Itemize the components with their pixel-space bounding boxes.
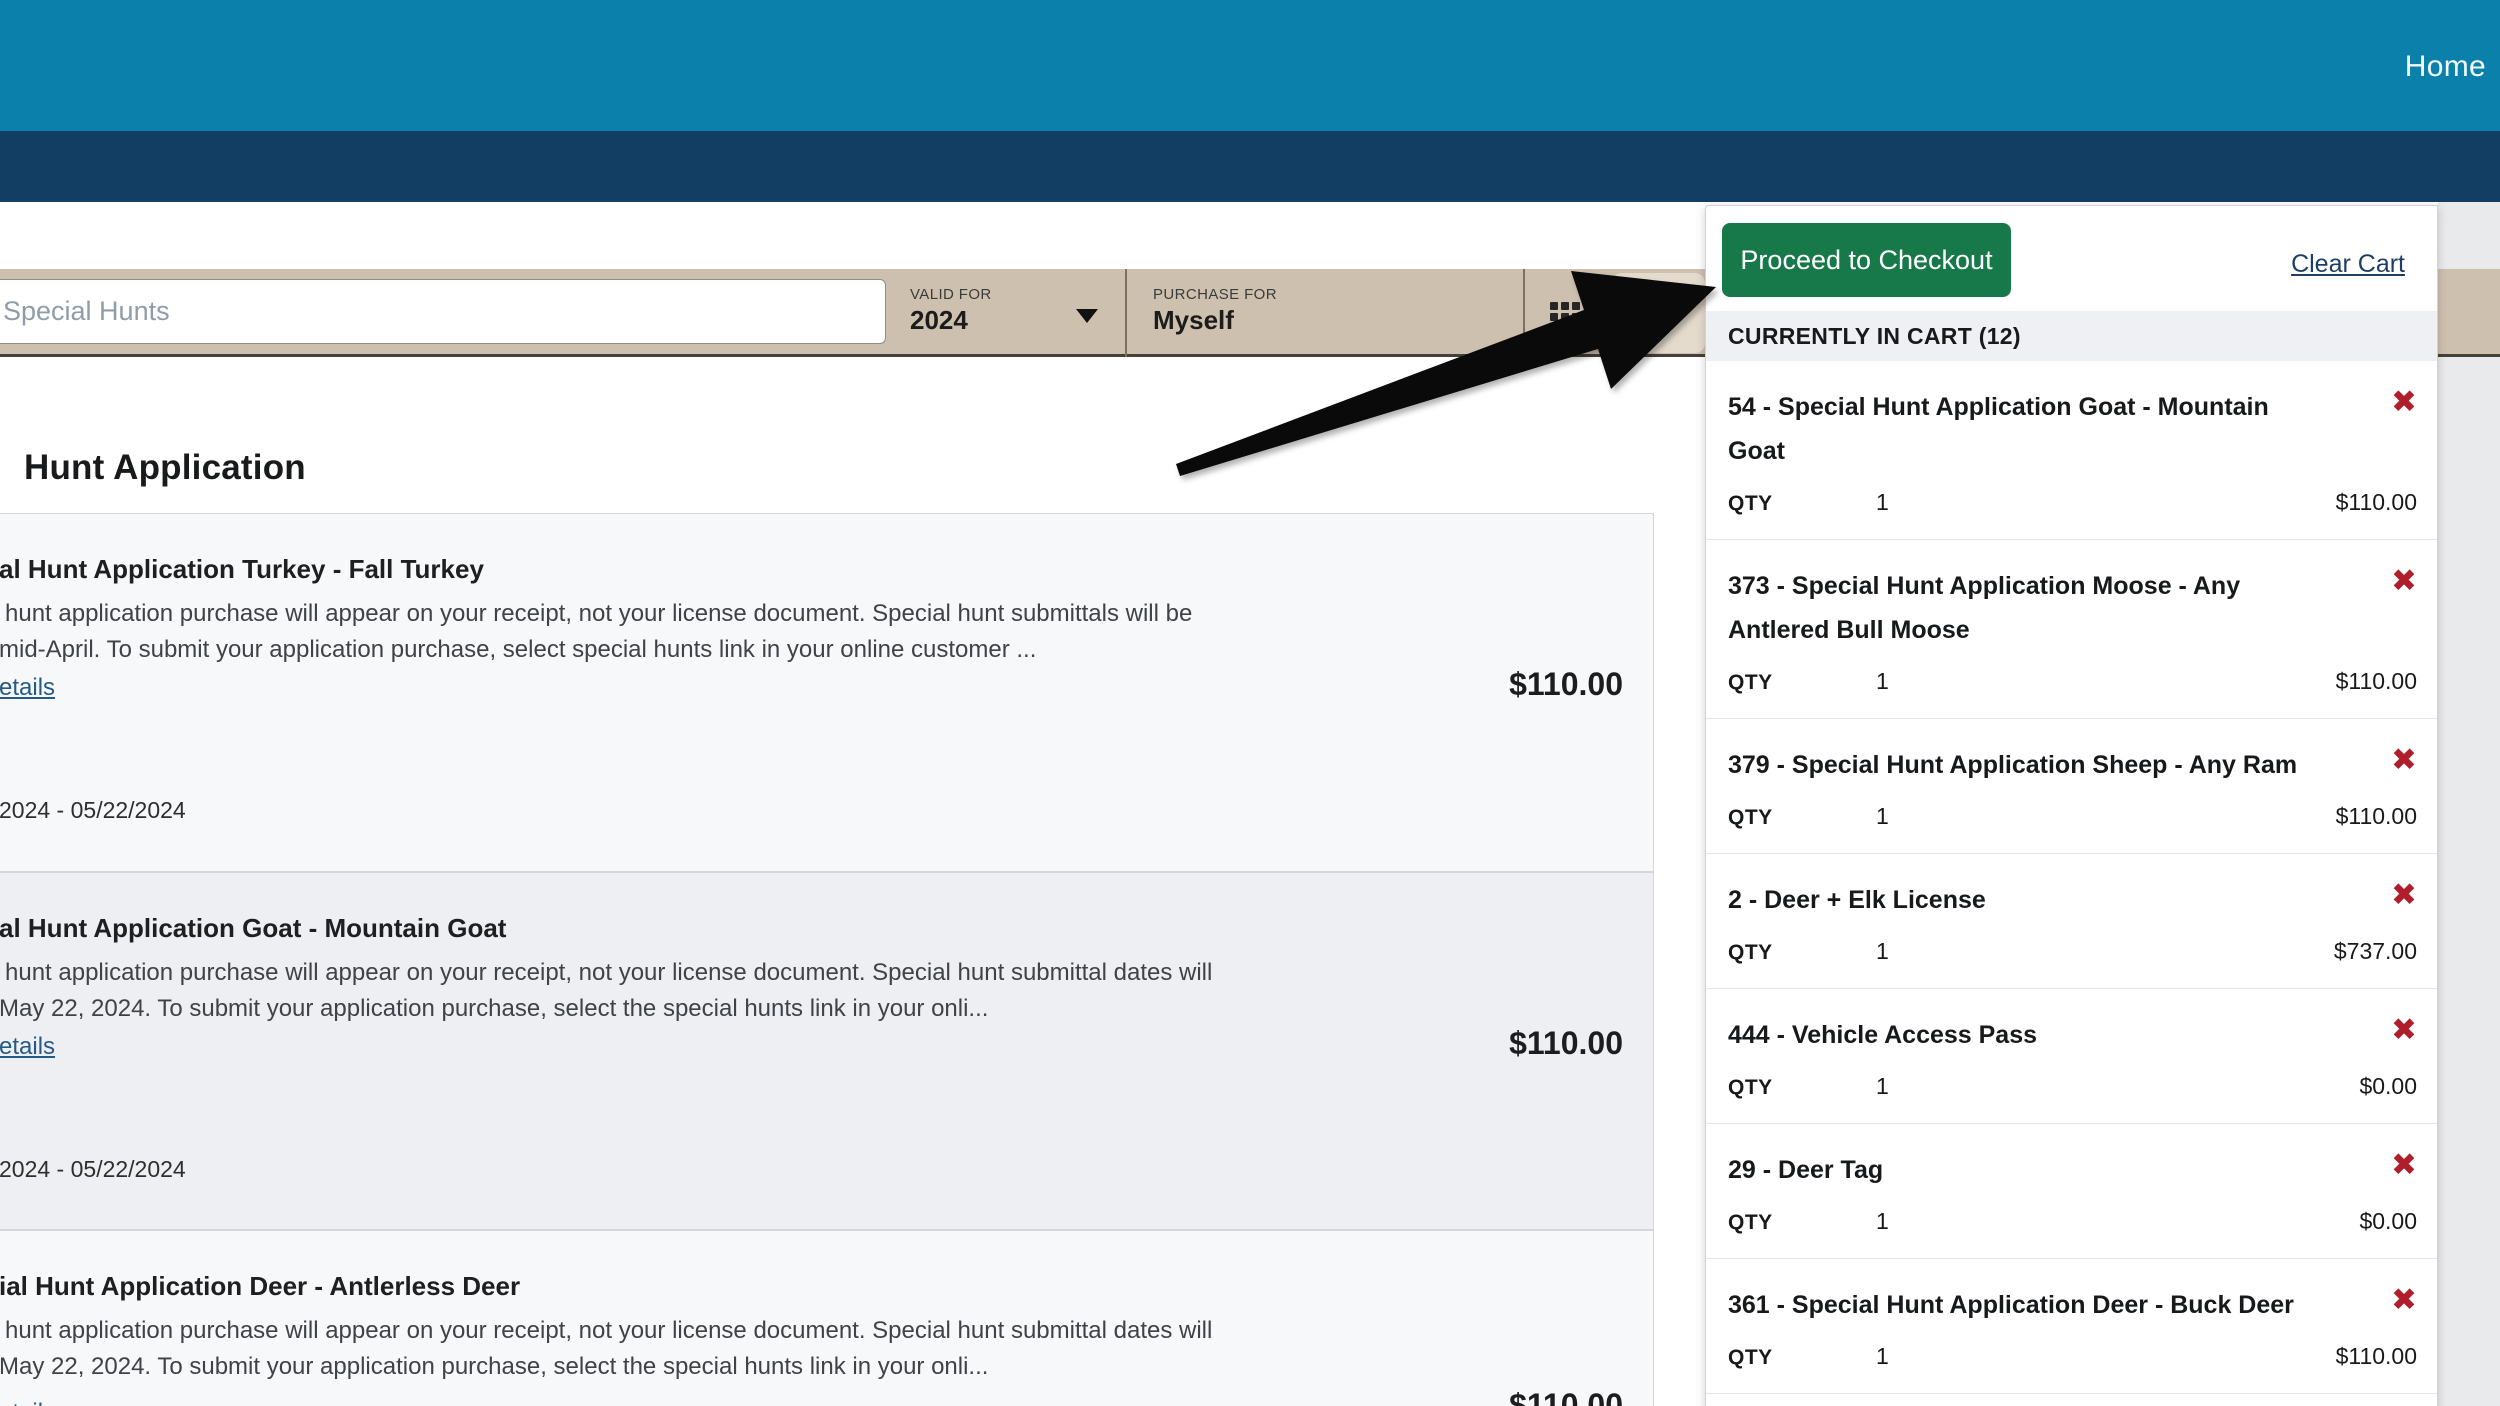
qty-value: 1 [1876,1343,1889,1370]
qty-value: 1 [1876,938,1889,965]
cart-item-qty-row: QTY 1 $0.00 [1728,1073,2417,1103]
remove-item-icon[interactable]: ✖ [2391,743,2417,777]
valid-for-label: VALID FOR [910,286,992,303]
cart-item-price: $110.00 [2336,803,2417,830]
cart-item-qty-row: QTY 1 $737.00 [1728,938,2417,968]
cart-item-price: $737.00 [2334,938,2417,965]
product-card-goat: al Hunt Application Goat - Mountain Goat… [0,872,1654,1230]
remove-item-icon[interactable]: ✖ [2391,1013,2417,1047]
product-dates: 2024 - 05/22/2024 [0,1156,186,1183]
chevron-down-icon[interactable] [1076,309,1098,323]
product-title: ial Hunt Application Deer - Antlerless D… [0,1271,520,1302]
toolbar-divider [1523,269,1525,357]
toolbar-divider [1125,269,1127,357]
remove-item-icon[interactable]: ✖ [2391,1283,2417,1317]
qty-value: 1 [1876,668,1889,695]
cart-item-qty-row: QTY 1 $110.00 [1728,1343,2417,1373]
product-title: al Hunt Application Turkey - Fall Turkey [0,554,484,585]
page-background-strip [2438,202,2500,1406]
remove-item-icon[interactable]: ✖ [2391,385,2417,419]
qty-label: QTY [1728,671,1786,695]
qty-label: QTY [1728,1076,1786,1100]
view-details-link[interactable]: etails [0,674,55,702]
cart-item: 29 - Deer Tag ✖ QTY 1 $0.00 [1706,1124,2437,1259]
product-price: $110.00 [1509,1387,1623,1406]
product-dates: 2024 - 05/22/2024 [0,797,186,824]
product-description-line2: May 22, 2024. To submit your application… [0,995,988,1023]
cart-item-qty-row: QTY 1 $0.00 [1728,1208,2417,1238]
cart-item-price: $110.00 [2336,668,2417,695]
secondary-nav-bar [0,131,2500,202]
cart-item-qty-row: QTY 1 $110.00 [1728,489,2417,519]
qty-value: 1 [1876,489,1889,516]
cart-item-price: $110.00 [2336,1343,2417,1370]
nav-home-link[interactable]: Home [2405,50,2486,84]
cart-item: 54 - Special Hunt Application Goat - Mou… [1706,361,2437,540]
clear-cart-link[interactable]: Clear Cart [2291,250,2405,279]
search-input[interactable] [0,279,886,344]
qty-value: 1 [1876,803,1889,830]
qty-label: QTY [1728,806,1786,830]
qty-label: QTY [1728,492,1786,516]
cart-item-price: $0.00 [2359,1073,2417,1100]
cart-item-price: $110.00 [2336,489,2417,516]
grid-view-icon[interactable] [1550,302,1586,334]
product-description-line1: hunt application purchase will appear on… [5,959,1212,987]
cart-item-name: 361 - Special Hunt Application Deer - Bu… [1728,1283,2417,1327]
cart-item-name: 373 - Special Hunt Application Moose - A… [1728,564,2417,652]
qty-label: QTY [1728,1346,1786,1370]
remove-item-icon[interactable]: ✖ [2391,564,2417,598]
remove-item-icon[interactable]: ✖ [2391,878,2417,912]
cart-item-name: 54 - Special Hunt Application Goat - Mou… [1728,385,2417,473]
cart-item: 373 - Special Hunt Application Moose - A… [1706,540,2437,719]
product-description-line1: hunt application purchase will appear on… [5,1317,1212,1345]
product-card-turkey: al Hunt Application Turkey - Fall Turkey… [0,513,1654,872]
qty-value: 1 [1876,1208,1889,1235]
product-description-line2: May 22, 2024. To submit your application… [0,1353,988,1381]
valid-for-value[interactable]: 2024 [910,305,968,336]
product-description-line2: mid-April. To submit your application pu… [0,636,1036,664]
top-header-bar: Home [0,0,2500,131]
purchase-for-value[interactable]: Myself [1153,305,1234,336]
cart-item: 361 - Special Hunt Application Deer - Bu… [1706,1259,2437,1394]
product-price: $110.00 [1509,1025,1623,1062]
cart-header-row: Proceed to Checkout Clear Cart [1706,206,2437,311]
cart-count-header: CURRENTLY IN CART (12) [1706,311,2437,361]
cart-item: 444 - Vehicle Access Pass ✖ QTY 1 $0.00 [1706,989,2437,1124]
qty-label: QTY [1728,1211,1786,1235]
qty-label: QTY [1728,941,1786,965]
purchase-for-label: PURCHASE FOR [1153,286,1277,303]
proceed-to-checkout-button[interactable]: Proceed to Checkout [1722,223,2011,297]
cart-item-name: 379 - Special Hunt Application Sheep - A… [1728,743,2417,787]
cart-item-name: 444 - Vehicle Access Pass [1728,1013,2417,1057]
view-details-link[interactable]: etails [0,1033,55,1061]
qty-value: 1 [1876,1073,1889,1100]
cart-item: 379 - Special Hunt Application Sheep - A… [1706,719,2437,854]
cart-panel: Proceed to Checkout Clear Cart CURRENTLY… [1705,205,2438,1406]
cart-item: 2 - Deer + Elk License ✖ QTY 1 $737.00 [1706,854,2437,989]
cart-item-name: 29 - Deer Tag [1728,1148,2417,1192]
remove-item-icon[interactable]: ✖ [2391,1148,2417,1182]
cart-item-name: 2 - Deer + Elk License [1728,878,2417,922]
toolbar-highlight-panel [1612,273,1705,353]
cart-item-price: $0.00 [2359,1208,2417,1235]
product-title: al Hunt Application Goat - Mountain Goat [0,913,506,944]
view-details-link[interactable]: etails [0,1399,55,1406]
product-description-line1: hunt application purchase will appear on… [5,600,1192,628]
page-title: Hunt Application [24,448,306,488]
cart-item-qty-row: QTY 1 $110.00 [1728,803,2417,833]
product-card-deer: ial Hunt Application Deer - Antlerless D… [0,1230,1654,1406]
product-price: $110.00 [1509,666,1623,703]
cart-item-qty-row: QTY 1 $110.00 [1728,668,2417,698]
